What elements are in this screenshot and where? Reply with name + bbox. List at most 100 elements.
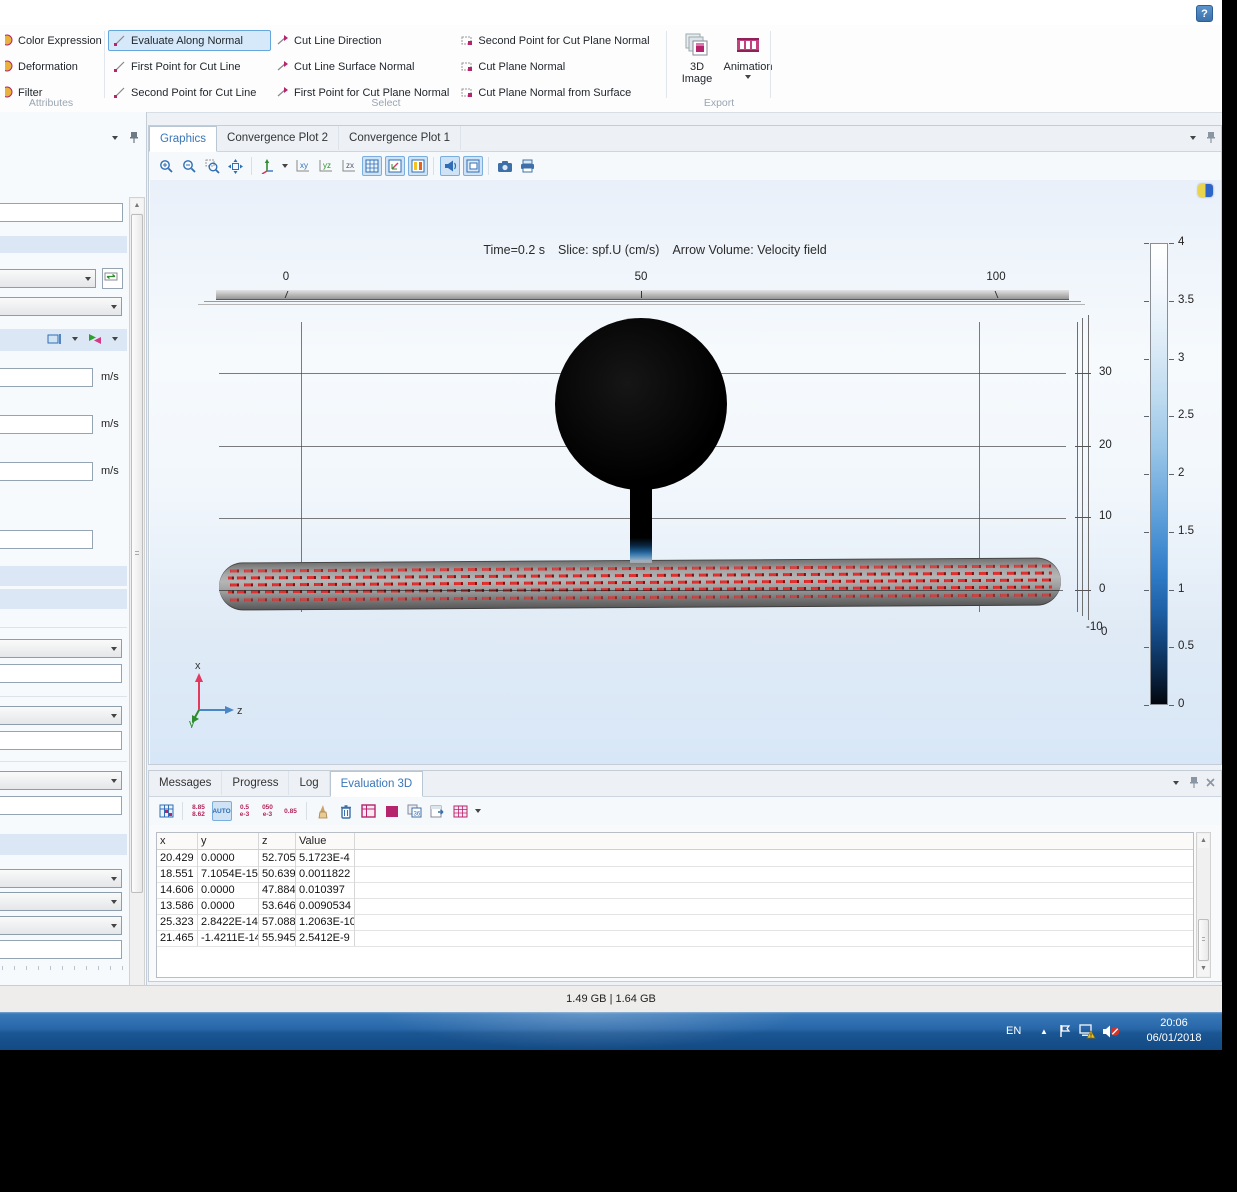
table-row[interactable]: 14.6060.000047.8840.010397: [157, 882, 1193, 899]
zoom-box-button[interactable]: [203, 156, 223, 176]
show-axis-orientation-button[interactable]: [385, 156, 405, 176]
ribbon-item-deformation[interactable]: Deformation: [0, 56, 102, 77]
settings-input[interactable]: [0, 796, 122, 815]
pin-icon[interactable]: [130, 132, 138, 143]
section-header[interactable]: [0, 236, 127, 253]
column-header-x[interactable]: x: [157, 833, 198, 849]
zoom-extents-button[interactable]: [226, 156, 246, 176]
automatic-notation-button[interactable]: AUTO: [212, 801, 232, 821]
taskbar-clock[interactable]: 20:06 06/01/2018: [1128, 1016, 1220, 1046]
default-3d-view-button[interactable]: [258, 156, 278, 176]
chevron-down-icon[interactable]: [112, 337, 118, 341]
scroll-up-button[interactable]: ▲: [1198, 834, 1209, 848]
panel-menu-chevron-down-icon[interactable]: [1173, 781, 1179, 785]
ribbon-item-evaluate-along-normal[interactable]: Evaluate Along Normal: [108, 30, 271, 51]
table-scrollbar[interactable]: ▲ ▼: [1196, 832, 1211, 978]
evaluation-table[interactable]: xyzValue20.4290.000052.7055.1723E-418.55…: [156, 832, 1194, 978]
update-table-button[interactable]: [157, 801, 177, 821]
settings-input[interactable]: [0, 462, 93, 481]
tab-graphics[interactable]: Graphics: [149, 126, 217, 152]
full-precision-button[interactable]: 8.858.62: [189, 801, 209, 821]
show-grid-button[interactable]: [362, 156, 382, 176]
settings-dropdown[interactable]: [0, 892, 122, 911]
panel-menu-chevron-down-icon[interactable]: [1190, 136, 1196, 140]
column-header-y[interactable]: y: [198, 833, 259, 849]
settings-input[interactable]: [0, 664, 122, 683]
section-header[interactable]: [0, 329, 127, 351]
panel-menu-chevron-down-icon[interactable]: [112, 136, 118, 140]
image-snapshot-button[interactable]: [495, 156, 515, 176]
settings-dropdown[interactable]: [0, 297, 122, 316]
chevron-down-icon[interactable]: [72, 337, 78, 341]
settings-input[interactable]: [0, 368, 93, 387]
settings-input[interactable]: [0, 731, 122, 750]
table-row[interactable]: 13.5860.000053.6460.0090534: [157, 898, 1193, 915]
settings-input[interactable]: [0, 415, 93, 434]
volume-muted-icon[interactable]: [1102, 1012, 1120, 1050]
pin-icon[interactable]: [1190, 777, 1198, 788]
delete-table-button[interactable]: [336, 801, 356, 821]
tab-evaluation-3d[interactable]: Evaluation 3D: [330, 771, 424, 797]
replace-expression-button[interactable]: [102, 268, 123, 289]
settings-dropdown[interactable]: [0, 706, 122, 725]
tab-convergence-plot-1[interactable]: Convergence Plot 1: [339, 126, 461, 150]
go-to-zx-view-button[interactable]: zx: [339, 156, 359, 176]
scroll-down-button[interactable]: ▼: [1198, 962, 1209, 976]
ribbon-item-cut-line-surface-normal[interactable]: Cut Line Surface Normal: [271, 56, 455, 77]
network-status-icon[interactable]: [1079, 1012, 1096, 1050]
go-to-yz-view-button[interactable]: yz: [316, 156, 336, 176]
section-header[interactable]: [0, 834, 127, 855]
go-to-xy-view-button[interactable]: xy: [293, 156, 313, 176]
table-header-row[interactable]: xyzValue: [157, 833, 1193, 850]
ribbon-item-cut-plane-normal[interactable]: Cut Plane Normal: [455, 56, 664, 77]
settings-dropdown[interactable]: [0, 771, 122, 790]
tube-3d-model[interactable]: [630, 485, 652, 563]
show-hidden-icons-button[interactable]: ▲: [1040, 1012, 1048, 1050]
action-center-flag-icon[interactable]: [1058, 1012, 1072, 1050]
tab-convergence-plot-2[interactable]: Convergence Plot 2: [217, 126, 339, 150]
settings-input[interactable]: [0, 203, 123, 222]
ribbon-item-color-expression[interactable]: Color Expression: [0, 30, 102, 51]
zoom-in-button[interactable]: [157, 156, 177, 176]
zoom-out-button[interactable]: [180, 156, 200, 176]
ribbon-item-first-point-for-cut-line[interactable]: First Point for Cut Line: [108, 56, 271, 77]
scroll-up-button[interactable]: ▲: [131, 199, 143, 213]
settings-dropdown[interactable]: [0, 639, 122, 658]
clear-table-button[interactable]: [313, 801, 333, 821]
settings-dropdown[interactable]: [0, 869, 122, 888]
engineering-notation-button[interactable]: 050e-3: [258, 801, 278, 821]
table-graph-button[interactable]: [359, 801, 379, 821]
export-3d-image-button[interactable]: 3D Image: [676, 32, 718, 85]
copy-table-button[interactable]: 36: [405, 801, 425, 821]
language-indicator[interactable]: EN: [1006, 1012, 1021, 1050]
column-header-value[interactable]: Value: [296, 833, 355, 849]
chevron-down-icon[interactable]: [475, 809, 481, 813]
help-button[interactable]: ?: [1196, 5, 1213, 22]
section-header[interactable]: [0, 566, 127, 586]
ribbon-item-second-point-for-cut-plane-normal[interactable]: Second Point for Cut Plane Normal: [455, 30, 664, 51]
settings-dropdown[interactable]: [0, 269, 96, 288]
pin-icon[interactable]: [1207, 132, 1215, 143]
tab-messages[interactable]: Messages: [149, 771, 222, 795]
section-header[interactable]: [0, 589, 127, 609]
export-animation-button[interactable]: Animation: [720, 32, 776, 79]
table-row[interactable]: 20.4290.000052.7055.1723E-4: [157, 850, 1193, 867]
tab-progress[interactable]: Progress: [222, 771, 289, 795]
table-surface-button[interactable]: [382, 801, 402, 821]
table-row[interactable]: 25.3232.8422E-1457.0881.2063E-10: [157, 914, 1193, 931]
column-header-z[interactable]: z: [259, 833, 296, 849]
settings-scrollbar[interactable]: ▲ ▼: [129, 197, 145, 1063]
ribbon-item-cut-line-direction[interactable]: Cut Line Direction: [271, 30, 455, 51]
table-row[interactable]: 21.465-1.4211E-1455.9452.5412E-9: [157, 930, 1193, 947]
scene-light-button[interactable]: [440, 156, 460, 176]
settings-input[interactable]: [0, 530, 93, 549]
settings-input[interactable]: [0, 940, 122, 959]
close-icon[interactable]: [1206, 778, 1215, 787]
table-row[interactable]: 18.5517.1054E-1550.6390.0011822: [157, 866, 1193, 883]
print-button[interactable]: [518, 156, 538, 176]
tab-log[interactable]: Log: [289, 771, 329, 795]
chevron-down-icon[interactable]: [282, 164, 288, 168]
decimal-notation-button[interactable]: 0.85: [281, 801, 301, 821]
environment-reflections-button[interactable]: [463, 156, 483, 176]
pipe-3d-model[interactable]: [219, 557, 1061, 610]
